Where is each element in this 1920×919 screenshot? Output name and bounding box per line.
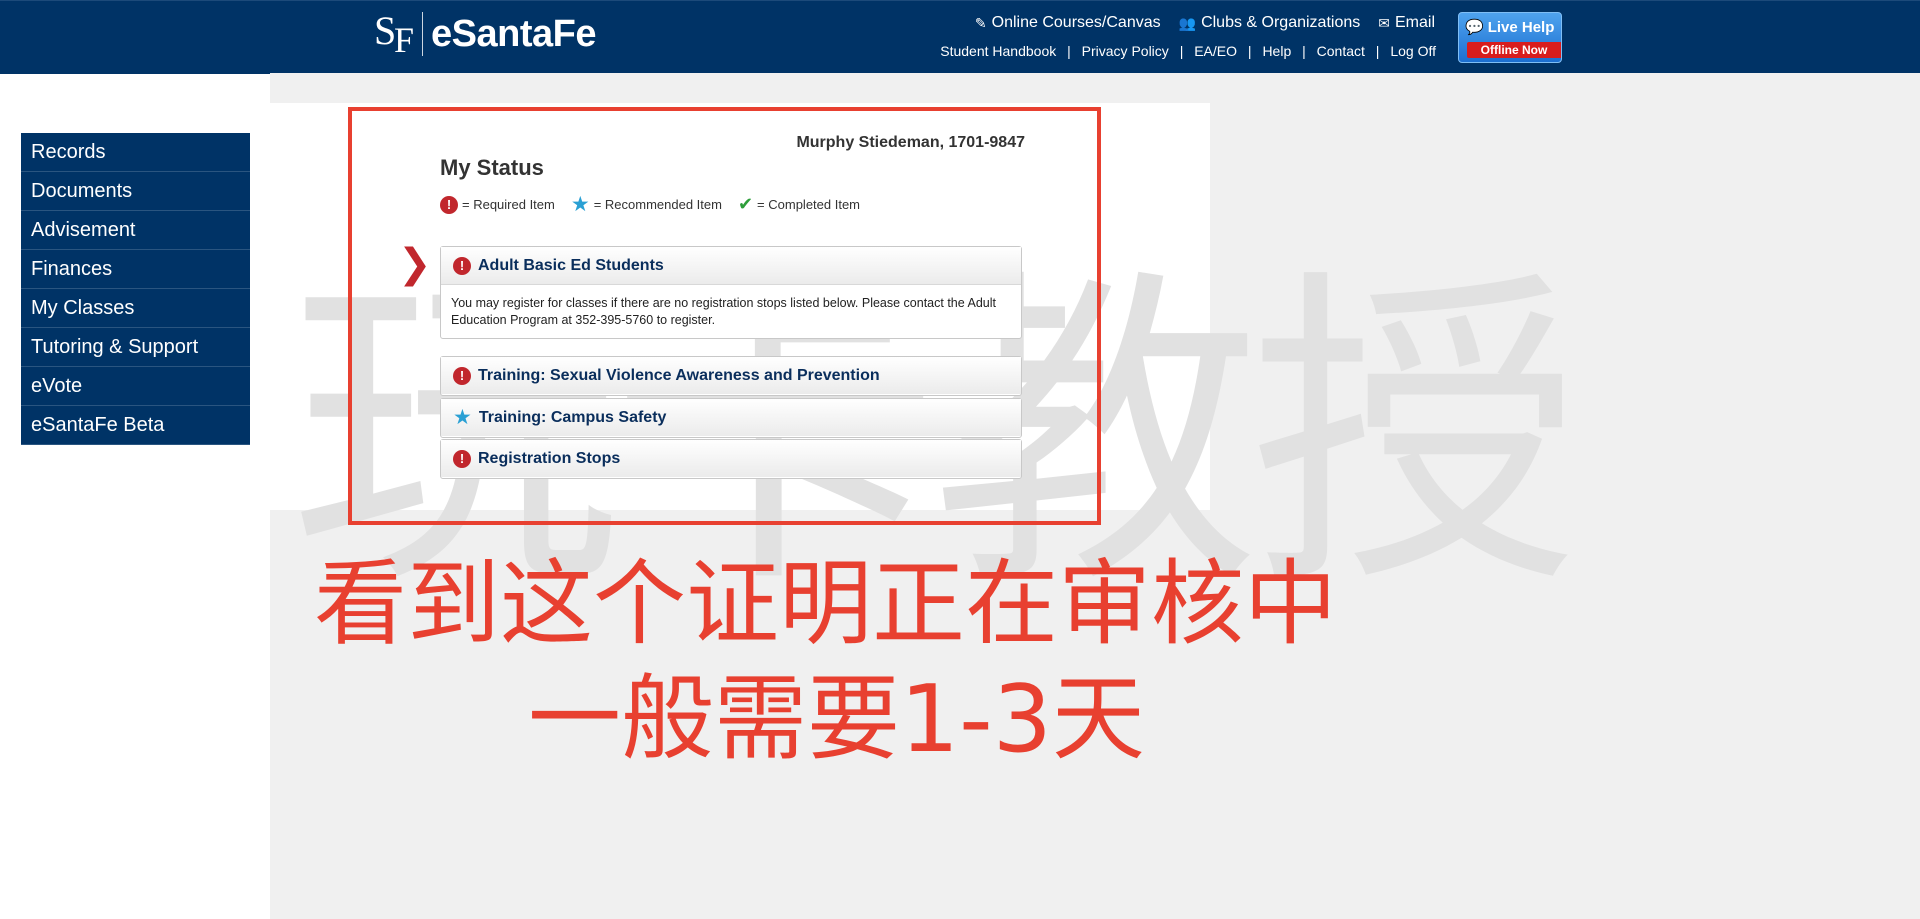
- annotation-line-2: 一般需要1-3天: [528, 665, 1145, 773]
- users-icon: 👥: [1178, 14, 1197, 31]
- site-logo[interactable]: S F eSantaFe: [372, 8, 596, 60]
- chat-bubble-icon: 💬: [1465, 19, 1484, 36]
- sidebar-item-documents[interactable]: Documents: [21, 172, 250, 211]
- link-contact[interactable]: Contact: [1317, 43, 1365, 59]
- live-help-label: Live Help: [1487, 18, 1555, 36]
- separator: |: [1302, 43, 1306, 59]
- separator: |: [1179, 43, 1184, 59]
- sidebar-nav: Records Documents Advisement Finances My…: [21, 133, 250, 445]
- annotation-highlight-box: [348, 107, 1101, 525]
- top-links: ✎ Online Courses/Canvas 👥 Clubs & Organi…: [975, 14, 1435, 32]
- link-label: Clubs & Organizations: [1201, 14, 1361, 31]
- top-header: S F eSantaFe ✎ Online Courses/Canvas 👥 C…: [0, 0, 1920, 74]
- sidebar-item-esantafe-beta[interactable]: eSantaFe Beta: [21, 406, 250, 445]
- link-privacy-policy[interactable]: Privacy Policy: [1082, 43, 1169, 59]
- live-help-title: 💬 Live Help: [1459, 13, 1561, 37]
- sub-links: Student Handbook | Privacy Policy | EA/E…: [940, 43, 1436, 59]
- logo-mark-s: S: [374, 8, 396, 53]
- envelope-icon: ✉: [1378, 14, 1390, 31]
- separator: |: [1067, 43, 1071, 59]
- link-student-handbook[interactable]: Student Handbook: [940, 43, 1056, 59]
- logo-text: eSantaFe: [431, 12, 596, 55]
- link-log-off[interactable]: Log Off: [1390, 43, 1436, 59]
- annotation-line-1: 看到这个证明正在审核中: [314, 550, 1337, 658]
- link-ea-eo[interactable]: EA/EO: [1194, 43, 1237, 59]
- sidebar-item-finances[interactable]: Finances: [21, 250, 250, 289]
- link-clubs[interactable]: 👥 Clubs & Organizations: [1179, 14, 1361, 32]
- separator: |: [1375, 43, 1380, 59]
- sidebar-item-records[interactable]: Records: [21, 133, 250, 172]
- sidebar-item-advisement[interactable]: Advisement: [21, 211, 250, 250]
- sidebar-item-my-classes[interactable]: My Classes: [21, 289, 250, 328]
- separator: |: [1247, 43, 1252, 59]
- logo-mark-f: F: [394, 20, 414, 60]
- link-label: Online Courses/Canvas: [991, 14, 1161, 31]
- live-help-button[interactable]: 💬 Live Help Offline Now: [1458, 12, 1562, 63]
- link-online-courses[interactable]: ✎ Online Courses/Canvas: [975, 14, 1161, 32]
- logo-divider: [422, 12, 423, 56]
- logo-mark: S F: [372, 8, 420, 60]
- sidebar-item-tutoring[interactable]: Tutoring & Support: [21, 328, 250, 367]
- link-email[interactable]: ✉ Email: [1378, 14, 1435, 32]
- pencil-icon: ✎: [974, 14, 987, 31]
- sidebar-item-evote[interactable]: eVote: [21, 367, 250, 406]
- live-help-status: Offline Now: [1467, 42, 1561, 58]
- link-help[interactable]: Help: [1262, 43, 1291, 59]
- link-label: Email: [1394, 14, 1435, 31]
